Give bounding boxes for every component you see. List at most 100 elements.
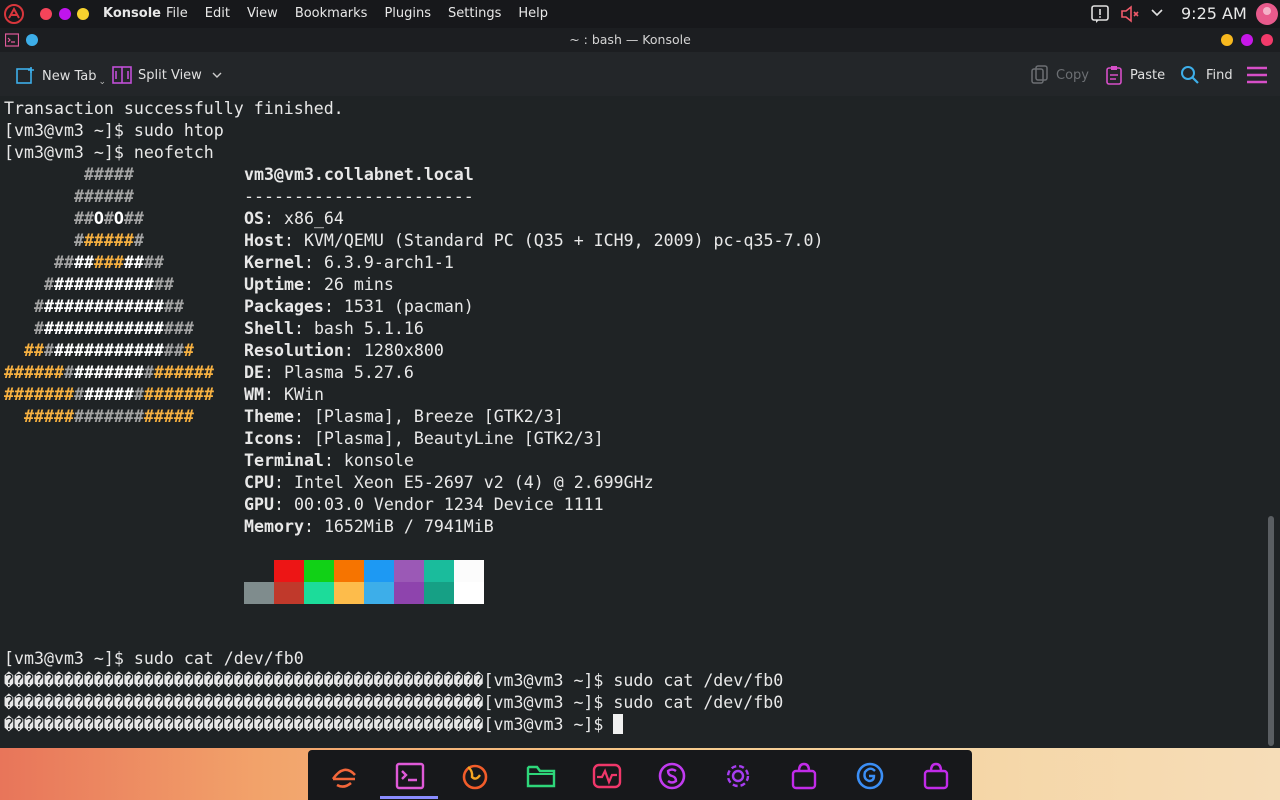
arch-logo-icon[interactable] [4,4,24,24]
palette-swatch [244,582,274,604]
palette-swatch [394,560,424,582]
minimize-button[interactable] [1221,34,1233,46]
neofetch-info-line: Icons: [Plasma], BeautyLine [GTK2/3] [244,428,604,450]
info-colon: : [303,275,324,294]
neofetch-info-line: Host: KVM/QEMU (Standard PC (Q35 + ICH9,… [244,230,823,252]
find-label: Find [1206,67,1233,83]
minimize-window-dot[interactable] [77,8,89,20]
close-button[interactable] [1261,34,1273,46]
info-key: Resolution [244,341,344,360]
menu-edit[interactable]: Edit [205,6,230,21]
info-key: Theme [244,407,294,426]
info-colon: : [273,473,294,492]
info-value: 6.3.9-arch1-1 [323,253,454,272]
info-key: Memory [244,517,304,536]
info-colon: : [323,451,344,470]
scrollbar-thumb[interactable] [1268,516,1274,746]
neofetch-info-line: Shell: bash 5.1.16 [244,318,424,340]
neofetch-info-line: DE: Plasma 5.27.6 [244,362,414,384]
palette-swatch [454,582,484,604]
app-name[interactable]: Konsole [103,6,161,21]
info-value: 26 mins [323,275,394,294]
info-value: 1652MiB / 7941MiB [323,517,494,536]
terminal-line: [vm3@vm3 ~]$ sudo htop [4,121,224,140]
palette-swatch [304,582,334,604]
settings-icon[interactable] [722,760,754,792]
user-avatar[interactable] [1256,3,1278,25]
info-key: Terminal [244,451,324,470]
text-cursor [613,714,624,734]
info-key: Kernel [244,253,304,272]
copy-button[interactable]: Copy [1030,65,1089,85]
menu-bookmarks[interactable]: Bookmarks [295,6,368,21]
neofetch-info-line: OS: x86_64 [244,208,344,230]
split-view-label: Split View [138,67,202,83]
neofetch-user-host: vm3@vm3.collabnet.local [244,165,474,184]
terminal-prompt: ����������������������������������������… [4,715,614,734]
neofetch-ascii-logo: ##### ###### ##O#O## ####### ###########… [4,165,214,426]
info-value: KVM/QEMU (Standard PC (Q35 + ICH9, 2009)… [303,231,824,250]
menubar: File Edit View Bookmarks Plugins Setting… [166,6,565,21]
paste-button[interactable]: Paste [1104,65,1165,85]
terminal-line: [vm3@vm3 ~]$ neofetch [4,143,214,162]
neofetch-info-line: Terminal: konsole [244,450,414,472]
menu-help[interactable]: Help [518,6,548,21]
menu-settings[interactable]: Settings [448,6,501,21]
bag-icon[interactable] [788,760,820,792]
info-key: DE [244,363,264,382]
palette-swatch [334,582,364,604]
maximize-button[interactable] [1241,34,1253,46]
clock[interactable]: 9:25 AM [1181,4,1247,23]
new-tab-dropdown-icon[interactable]: ⌄ [99,77,107,87]
info-value: KWin [283,385,324,404]
info-value: 1280x800 [363,341,444,360]
info-value: Intel Xeon E5-2697 v2 (4) @ 2.699GHz [293,473,654,492]
info-colon: : [263,385,284,404]
palette-swatch [274,582,304,604]
palette-swatch [394,582,424,604]
system-monitor-icon[interactable] [591,760,623,792]
konsole-toolbar: New Tab ⌄ Split View Copy Paste Find [0,52,1280,96]
info-value: bash 5.1.16 [313,319,424,338]
palette-swatch [334,560,364,582]
firefox-icon[interactable] [459,760,491,792]
info-colon: : [283,231,304,250]
neofetch-separator: ----------------------- [244,187,474,206]
terminal-view[interactable]: Transaction successfully finished. [vm3@… [0,96,1266,748]
paste-label: Paste [1130,67,1166,83]
terminal-prompt-line[interactable]: ����������������������������������������… [4,714,624,736]
search-icon [1181,66,1199,84]
palette-swatch [244,560,274,582]
window-titlebar: ~ : bash — Konsole [0,28,1280,52]
menu-view[interactable]: View [247,6,278,21]
hamburger-menu-icon[interactable] [1246,66,1268,84]
menu-file[interactable]: File [166,6,188,21]
neofetch-info-line: GPU: 00:03.0 Vendor 1234 Device 1111 [244,494,604,516]
info-value: konsole [343,451,414,470]
info-colon: : [263,209,284,228]
palette-swatch [454,560,484,582]
split-view-chevron-icon[interactable] [212,71,222,79]
palette-swatch [424,582,454,604]
paste-icon [1106,66,1122,85]
maximize-window-dot[interactable] [59,8,71,20]
volume-muted-icon[interactable] [1120,5,1140,23]
info-value: Plasma 5.27.6 [283,363,414,382]
menu-plugins[interactable]: Plugins [384,6,431,21]
app-launcher-icon[interactable] [328,760,360,792]
konsole-icon[interactable] [394,760,426,792]
bag-icon-2[interactable] [920,760,952,792]
info-colon: : [293,319,314,338]
find-button[interactable]: Find [1180,65,1233,85]
split-view-button[interactable]: Split View [112,65,228,85]
terminal-line: [vm3@vm3 ~]$ sudo cat /dev/fb0 [4,649,304,668]
top-panel: Konsole File Edit View Bookmarks Plugins… [0,0,1280,28]
files-icon[interactable] [525,760,557,792]
store-icon[interactable] [656,760,688,792]
chevron-down-icon[interactable] [1151,8,1163,18]
browser-icon[interactable] [854,760,886,792]
info-key: Packages [244,297,324,316]
close-window-dot[interactable] [40,8,52,20]
notification-icon[interactable] [1090,4,1110,24]
new-tab-button[interactable]: New Tab ⌄ [16,65,106,87]
